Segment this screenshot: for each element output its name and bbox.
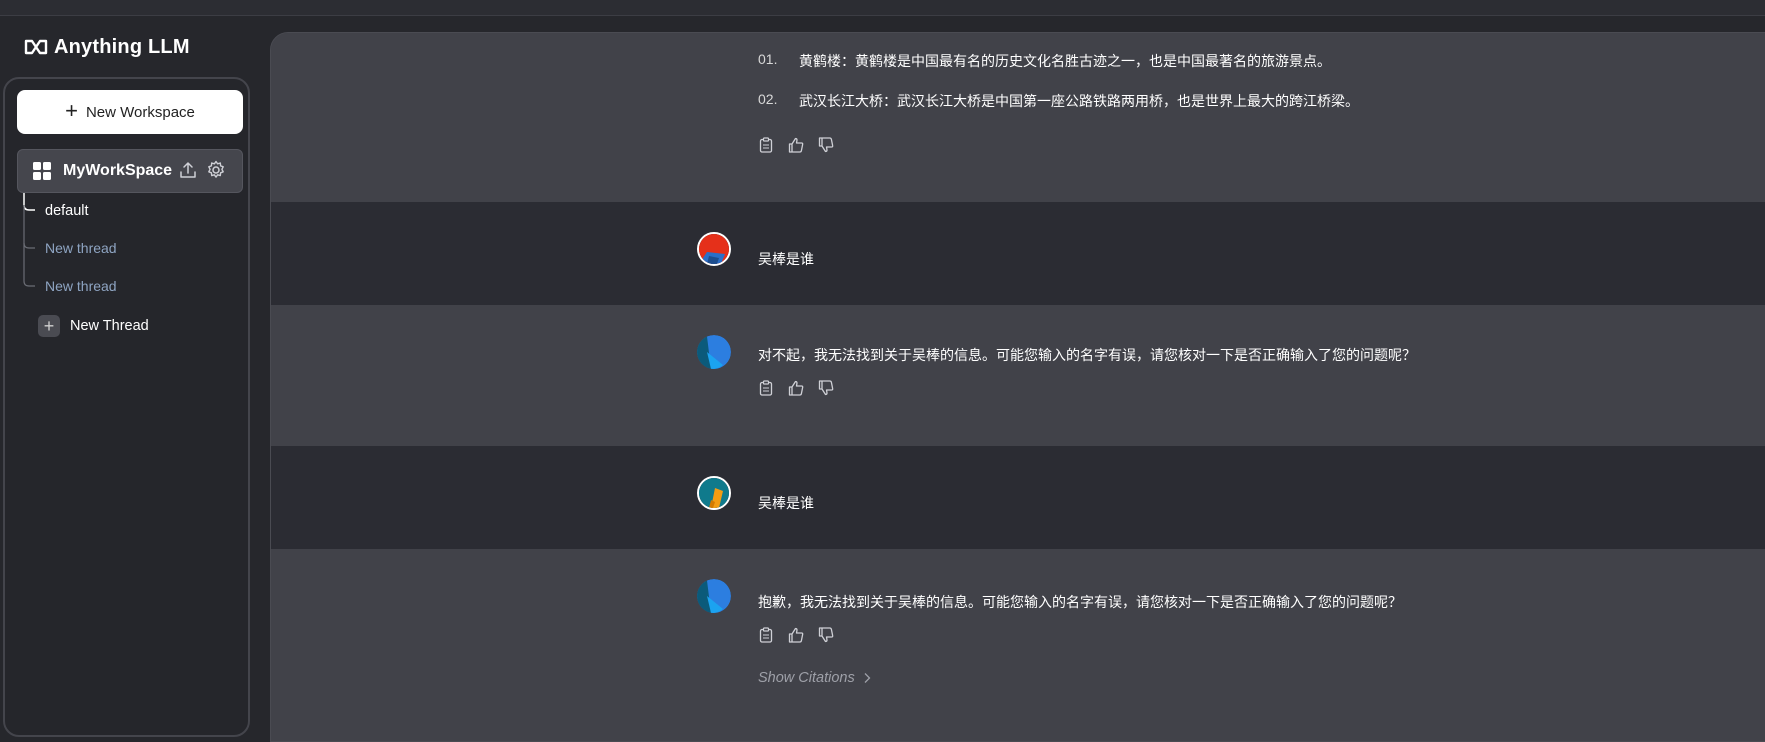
chevron-right-icon <box>864 673 871 683</box>
copy-icon[interactable] <box>758 137 774 153</box>
message-actions <box>758 137 834 153</box>
thumbs-up-icon[interactable] <box>788 137 804 153</box>
thread-item[interactable]: New thread <box>45 278 117 294</box>
workspace-name: MyWorkSpace <box>63 162 173 179</box>
show-citations-button[interactable]: Show Citations <box>758 670 871 686</box>
user-avatar <box>697 232 731 266</box>
app-title: Anything LLM <box>54 35 190 58</box>
workspace-item-myworkspace[interactable]: MyWorkSpace <box>17 149 243 193</box>
upload-icon[interactable] <box>178 160 198 180</box>
app-logo: Anything LLM <box>24 34 190 60</box>
window-top-bar <box>0 0 1765 16</box>
thumbs-down-icon[interactable] <box>818 380 834 396</box>
thread-item-default[interactable]: default <box>45 203 89 219</box>
new-thread-label: New Thread <box>70 318 149 334</box>
message-actions <box>758 380 834 396</box>
chat-row-assistant: 01. 黄鹤楼：黄鹤楼是中国最有名的历史文化名胜古迹之一，也是中国最著名的旅游景… <box>271 33 1765 202</box>
chat-panel: 01. 黄鹤楼：黄鹤楼是中国最有名的历史文化名胜古迹之一，也是中国最著名的旅游景… <box>270 32 1765 742</box>
message-text: 吴棒是谁 <box>758 495 814 511</box>
thumbs-down-icon[interactable] <box>818 137 834 153</box>
message-text: 吴棒是谁 <box>758 251 814 267</box>
list-number: 01. <box>758 51 778 67</box>
chat-row-user: 吴棒是谁 <box>271 446 1765 549</box>
assistant-avatar <box>697 579 731 613</box>
message-text: 对不起，我无法找到关于吴棒的信息。可能您输入的名字有误，请您核对一下是否正确输入… <box>758 347 1416 363</box>
chat-row-assistant: 对不起，我无法找到关于吴棒的信息。可能您输入的名字有误，请您核对一下是否正确输入… <box>271 305 1765 446</box>
thumbs-up-icon[interactable] <box>788 627 804 643</box>
user-avatar <box>697 476 731 510</box>
plus-icon: + <box>38 315 60 337</box>
list-item-text: 黄鹤楼：黄鹤楼是中国最有名的历史文化名胜古迹之一，也是中国最著名的旅游景点。 <box>799 53 1331 69</box>
copy-icon[interactable] <box>758 627 774 643</box>
workspace-grid-icon <box>33 162 51 180</box>
list-item-text: 武汉长江大桥：武汉长江大桥是中国第一座公路铁路两用桥，也是世界上最大的跨江桥梁。 <box>799 93 1359 109</box>
new-thread-button[interactable]: + New Thread <box>38 315 149 337</box>
new-workspace-label: New Workspace <box>85 103 195 121</box>
message-actions <box>758 627 834 643</box>
show-citations-label: Show Citations <box>758 670 855 686</box>
plus-icon: + <box>65 98 78 123</box>
chat-row-assistant: 抱歉，我无法找到关于吴棒的信息。可能您输入的名字有误，请您核对一下是否正确输入了… <box>271 549 1765 741</box>
assistant-avatar <box>697 335 731 369</box>
chat-row-user: 吴棒是谁 <box>271 202 1765 305</box>
thread-tree-lines <box>23 193 35 287</box>
thread-item[interactable]: New thread <box>45 240 117 256</box>
message-text: 抱歉，我无法找到关于吴棒的信息。可能您输入的名字有误，请您核对一下是否正确输入了… <box>758 594 1402 610</box>
copy-icon[interactable] <box>758 380 774 396</box>
list-number: 02. <box>758 91 778 107</box>
thumbs-down-icon[interactable] <box>818 627 834 643</box>
new-workspace-button[interactable]: + New Workspace <box>17 90 243 134</box>
thumbs-up-icon[interactable] <box>788 380 804 396</box>
anything-llm-logo-icon <box>24 39 48 55</box>
sidebar: + New Workspace MyWorkSpace default New … <box>3 77 250 737</box>
gear-icon[interactable] <box>206 160 226 180</box>
